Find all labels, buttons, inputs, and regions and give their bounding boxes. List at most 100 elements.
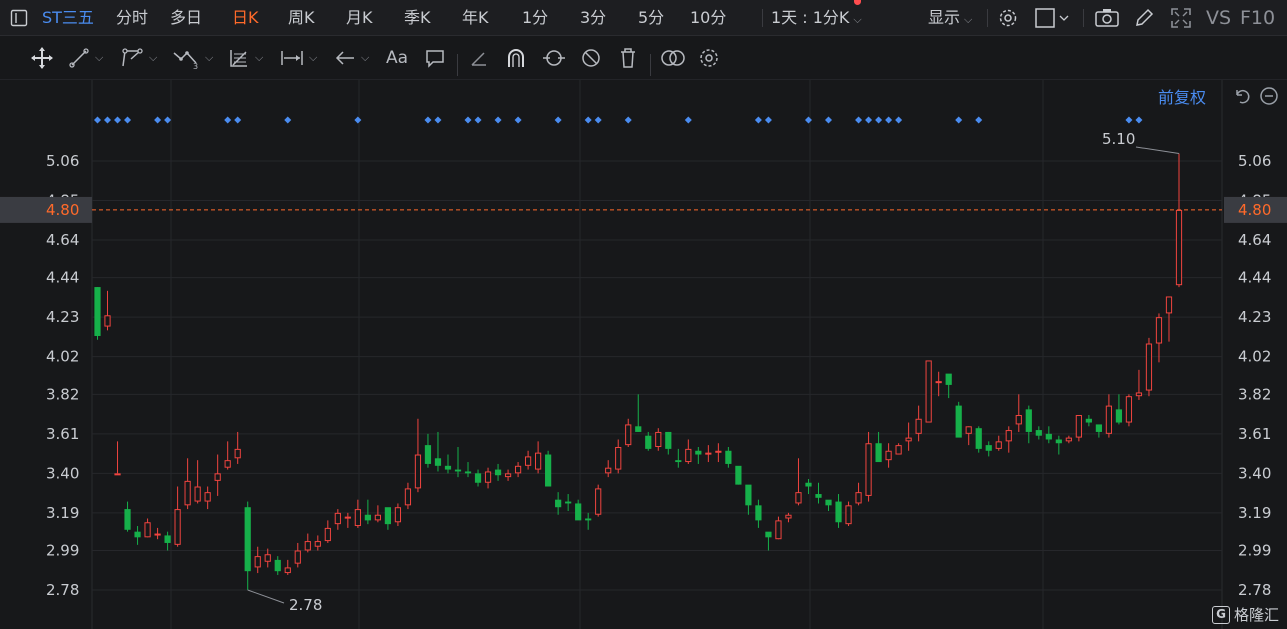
event-marker-icon <box>804 116 812 124</box>
event-marker-icon <box>895 116 903 124</box>
candle-body-up <box>785 514 792 519</box>
candle-body-down <box>765 531 772 538</box>
current-price-label-right: 4.80 <box>1238 201 1271 219</box>
toolbar-divider <box>762 9 763 27</box>
compare-button[interactable]: VS <box>1206 0 1231 36</box>
candle-body-down <box>575 503 582 521</box>
period-tab-intraday[interactable]: 分时 <box>116 0 148 36</box>
y-tick-label-right: 4.44 <box>1238 269 1271 287</box>
y-tick-label-right: 3.61 <box>1238 425 1271 443</box>
event-marker-icon <box>875 116 883 124</box>
candle-body-up <box>1165 296 1173 314</box>
candle-body-up <box>1145 343 1153 391</box>
watermark: G 格隆汇 <box>1212 604 1279 625</box>
candle-body-up <box>114 473 121 476</box>
candle-body-up <box>104 315 111 327</box>
chart-settings-gear-icon[interactable] <box>698 44 720 72</box>
camera-icon[interactable] <box>1095 0 1119 36</box>
y-tick-label-right: 3.19 <box>1238 504 1271 522</box>
lock-drawings-icon[interactable] <box>542 44 566 72</box>
candle-body-up <box>204 492 211 502</box>
candle-body-up <box>995 441 1002 449</box>
candle-body-up <box>615 447 622 470</box>
candle-body-up <box>1155 317 1163 344</box>
candle-body-up <box>1175 209 1183 286</box>
wave-tool-icon[interactable]: 3 ⌵ <box>172 44 213 72</box>
candle-body-up <box>284 567 291 574</box>
candle-body-down <box>134 531 141 538</box>
period-tab-daily[interactable]: 日K <box>232 0 259 36</box>
measure-tool-icon[interactable]: ⌵ <box>280 44 317 72</box>
zoom-out-icon[interactable] <box>1259 86 1279 110</box>
period-tab-1min[interactable]: 1分 <box>522 0 548 36</box>
candle-body-down <box>975 428 982 449</box>
period-tab-10min[interactable]: 10分 <box>690 0 726 36</box>
candle-body-down <box>835 501 842 523</box>
move-cross-icon[interactable] <box>30 44 54 72</box>
display-menu[interactable]: 显示 ⌵ <box>928 0 972 36</box>
candle-body-up <box>334 512 341 525</box>
candle-body-up <box>344 516 351 519</box>
fullscreen-icon[interactable] <box>1170 0 1192 36</box>
display-menu-label: 显示 <box>928 8 961 27</box>
period-tab-monthly[interactable]: 月K <box>346 0 373 36</box>
toolbar-divider <box>650 54 651 76</box>
period-tab-yearly[interactable]: 年K <box>462 0 489 36</box>
candle-body-up <box>845 505 852 525</box>
candle-body-up <box>935 381 942 384</box>
candle-body-down <box>875 443 882 463</box>
period-tab-multiday[interactable]: 多日 <box>170 0 202 36</box>
candle-body-down <box>244 507 251 572</box>
adjust-mode-button[interactable]: 前复权 <box>1158 84 1206 108</box>
candle-body-up <box>625 424 632 446</box>
line-tool-icon[interactable]: ⌵ <box>68 44 103 72</box>
text-tool[interactable]: Aa <box>386 44 408 72</box>
arrow-tool-icon[interactable]: ⌵ <box>334 44 369 72</box>
candle-body-up <box>855 492 862 504</box>
candle-body-up <box>895 445 902 455</box>
top-bar: ST三五 分时 多日 日K 周K 月K 季K 年K 1分 3分 5分 10分 1… <box>0 0 1287 36</box>
chevron-down-icon: ⌵ <box>255 51 264 64</box>
hide-drawings-icon[interactable] <box>580 44 602 72</box>
period-tab-5min[interactable]: 5分 <box>638 0 664 36</box>
candle-body-down <box>565 501 572 504</box>
trash-icon[interactable] <box>618 44 638 72</box>
period-tab-quarterly[interactable]: 季K <box>404 0 431 36</box>
angle-tool-icon[interactable] <box>468 44 490 72</box>
magnet-icon[interactable] <box>505 44 527 72</box>
candle-body-down <box>1095 424 1102 432</box>
period-tab-weekly[interactable]: 周K <box>288 0 315 36</box>
layout-box-icon[interactable] <box>1035 0 1069 36</box>
undo-icon[interactable] <box>1232 86 1252 110</box>
f10-button[interactable]: F10 <box>1240 0 1275 36</box>
settings-gear-icon[interactable] <box>998 0 1018 36</box>
kline-chart[interactable]: 5.102.78 5.065.064.854.854.644.644.444.4… <box>0 80 1287 629</box>
interval-select[interactable]: 1天 : 1分K ⌵ <box>771 0 862 36</box>
y-tick-label-left: 5.06 <box>46 152 79 170</box>
chevron-down-icon: ⌵ <box>95 51 104 64</box>
watermark-logo-icon: G <box>1212 605 1230 624</box>
fib-grid-tool-icon[interactable]: ⌵ <box>228 44 263 72</box>
kline-chart-canvas[interactable]: 5.102.78 5.065.064.854.854.644.644.444.4… <box>0 80 1287 629</box>
chevron-down-icon: ⌵ <box>205 51 214 64</box>
period-tab-3min[interactable]: 3分 <box>580 0 606 36</box>
candle-body-down <box>645 435 652 449</box>
event-marker-icon <box>554 116 562 124</box>
ticker-name[interactable]: ST三五 <box>42 0 94 36</box>
candle-body-up <box>504 473 512 478</box>
overlay-circles-icon[interactable] <box>660 44 686 72</box>
candle-body-up <box>705 452 712 455</box>
candle-body-up <box>154 533 161 536</box>
candle-body-up <box>414 454 422 489</box>
sidebar-toggle-icon[interactable] <box>10 0 28 36</box>
candle-body-up <box>374 514 381 521</box>
current-price-label-left: 4.80 <box>46 201 79 219</box>
candle-body-up <box>1005 430 1012 442</box>
y-axis: 5.065.064.854.854.644.644.444.444.234.23… <box>0 152 1287 599</box>
comment-icon[interactable] <box>424 44 446 72</box>
pencil-icon[interactable] <box>1133 0 1155 36</box>
y-tick-label-right: 2.99 <box>1238 541 1271 559</box>
polyline-tool-icon[interactable]: ⌵ <box>120 44 157 72</box>
event-marker-icon <box>114 116 122 124</box>
candle-body-up <box>715 450 722 453</box>
